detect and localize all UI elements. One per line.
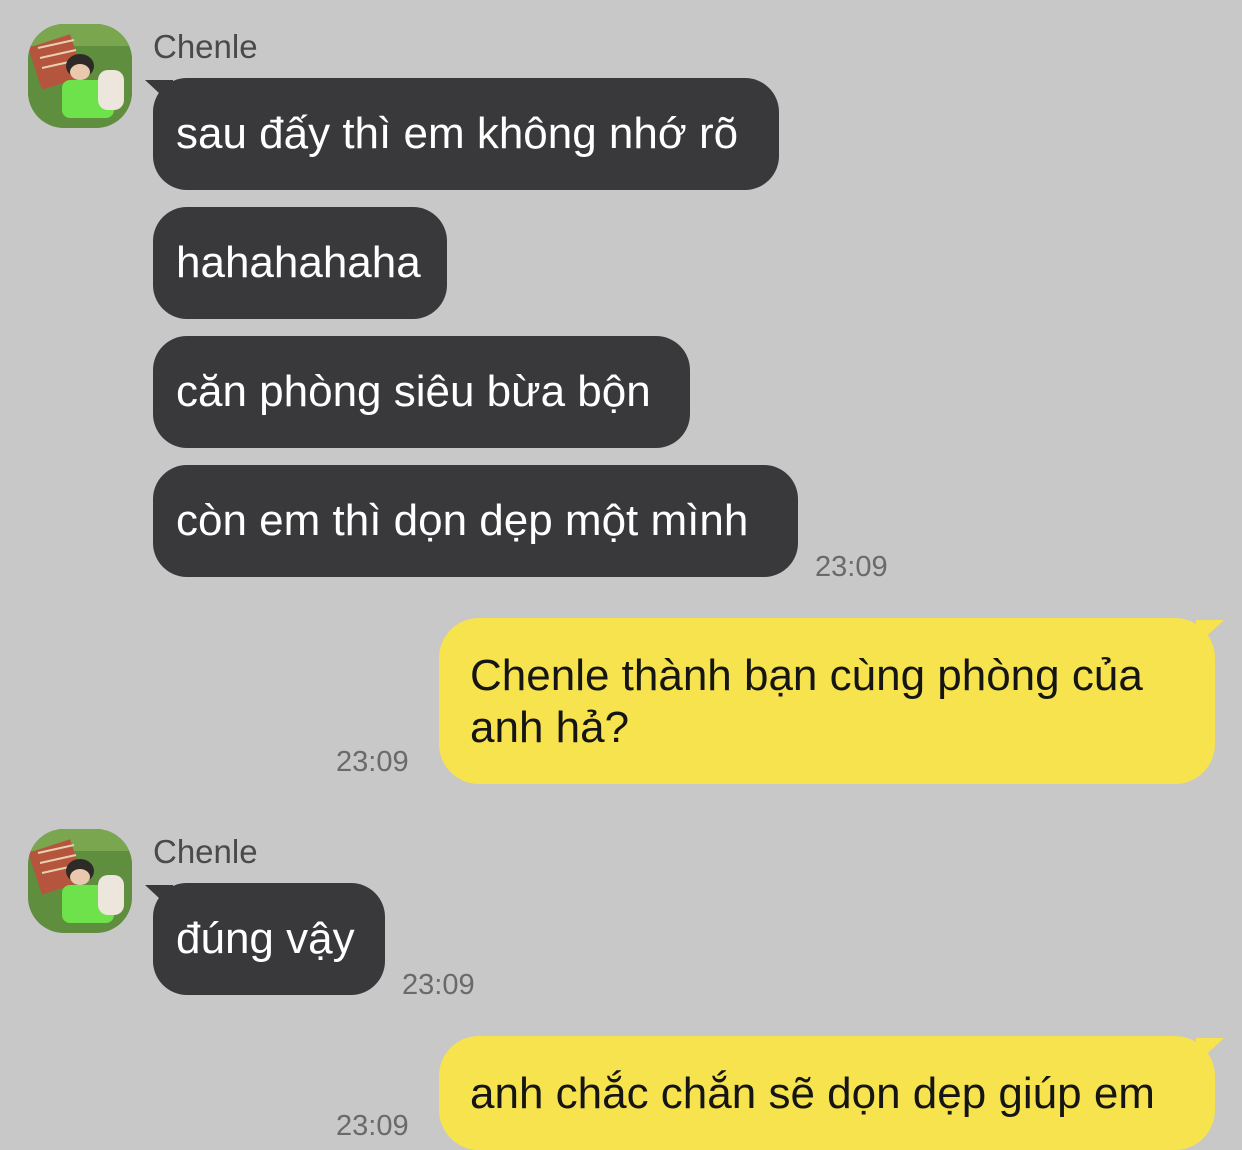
message-text-line: anh hả? (470, 703, 630, 752)
message-bubble[interactable]: căn phòng siêu bừa bộn (153, 336, 690, 448)
message-bubble[interactable]: đúng vậy (153, 883, 385, 995)
message-text: hahahahaha (176, 238, 421, 287)
sender-name: Chenle (153, 28, 258, 65)
message-text: căn phòng siêu bừa bộn (176, 367, 651, 416)
avatar-photo-icon (28, 24, 132, 128)
message-text: đúng vậy (176, 914, 355, 963)
avatar[interactable] (28, 829, 132, 933)
message-text-line: Chenle thành bạn cùng phòng của (470, 651, 1143, 700)
message-text: anh chắc chắn sẽ dọn dẹp giúp em (470, 1069, 1155, 1118)
message-text: sau đấy thì em không nhớ rõ (176, 109, 739, 158)
message-timestamp: 23:09 (336, 746, 409, 778)
message-text: còn em thì dọn dẹp một mình (176, 496, 749, 545)
message-timestamp: 23:09 (336, 1110, 409, 1142)
message-bubble[interactable]: sau đấy thì em không nhớ rõ (153, 78, 779, 190)
message-timestamp: 23:09 (402, 969, 475, 1001)
avatar[interactable] (28, 24, 132, 128)
sender-name: Chenle (153, 833, 258, 870)
message-bubble[interactable]: hahahahaha (153, 207, 447, 319)
message-timestamp: 23:09 (815, 551, 888, 583)
message-bubble[interactable]: Chenle thành bạn cùng phòng của anh hả? (439, 618, 1215, 784)
message-bubble[interactable]: anh chắc chắn sẽ dọn dẹp giúp em (439, 1036, 1215, 1150)
avatar-photo-icon (28, 829, 132, 933)
message-bubble[interactable]: còn em thì dọn dẹp một mình (153, 465, 798, 577)
